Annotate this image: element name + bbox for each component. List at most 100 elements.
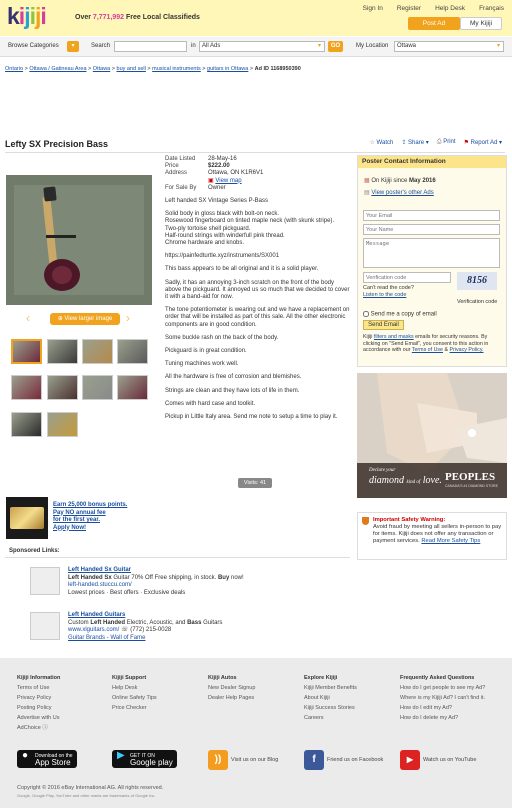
- send-copy-checkbox[interactable]: [363, 311, 369, 317]
- footer-link[interactable]: Kijiji Member Benefits: [304, 683, 357, 693]
- print-button[interactable]: ⎙ Print: [437, 139, 456, 146]
- photo-thumbnail[interactable]: [82, 375, 113, 400]
- help-desk-link[interactable]: Help Desk: [435, 5, 465, 12]
- language-link[interactable]: Français: [479, 5, 504, 12]
- footer-link[interactable]: Online Safety Tips: [112, 693, 157, 703]
- name-field[interactable]: [363, 224, 500, 235]
- credit-card-image: [6, 497, 48, 539]
- view-map-link[interactable]: View map: [215, 178, 241, 184]
- sponsored-title[interactable]: Left Handed Guitars: [68, 612, 125, 618]
- sponsored-url[interactable]: left-handed.stuccu.com/: [68, 582, 244, 590]
- terms-link[interactable]: Terms of Use: [412, 347, 443, 353]
- footer-heading: Kijiji Autos: [208, 675, 237, 681]
- star-icon: ☆: [369, 140, 375, 146]
- photo-thumbnail[interactable]: [47, 412, 78, 437]
- message-field[interactable]: [363, 238, 500, 268]
- promo-line-3[interactable]: for the first year.: [53, 517, 127, 525]
- breadcrumb-ontario[interactable]: Ontario: [5, 66, 23, 72]
- location-select[interactable]: Ottawa ▾: [394, 41, 504, 52]
- footer-link[interactable]: AdChoice ⓘ: [17, 723, 60, 733]
- rss-icon[interactable]: )): [208, 750, 228, 770]
- sponsored-url[interactable]: www.xlguitars.com/: [68, 627, 119, 633]
- safety-tips-link[interactable]: Read More Safety Tips: [421, 538, 480, 544]
- gallery-nav: ‹ ⊕ View larger image ›: [6, 307, 152, 335]
- app-store-badge[interactable]: ● Download on the App Store: [17, 750, 77, 768]
- footer-link[interactable]: Kijiji Success Stories: [304, 703, 357, 713]
- sponsored-divider: [5, 557, 350, 558]
- footer-link[interactable]: Price Checker: [112, 703, 157, 713]
- credit-card-promo[interactable]: Earn 25,000 bonus points. Pay NO annual …: [6, 497, 127, 539]
- play-icon: ▶: [117, 750, 125, 761]
- category-select[interactable]: All Ads ▾: [199, 41, 325, 52]
- footer-link[interactable]: Advertise with Us: [17, 713, 60, 723]
- view-larger-image-button[interactable]: ⊕ View larger image: [50, 313, 120, 325]
- sign-in-link[interactable]: Sign In: [363, 5, 383, 12]
- photo-thumbnail[interactable]: [11, 339, 42, 364]
- footer-link[interactable]: New Dealer Signup: [208, 683, 255, 693]
- footer-link[interactable]: How do I delete my Ad?: [400, 713, 485, 723]
- report-ad-button[interactable]: ⚑ Report Ad ▾: [464, 139, 502, 146]
- chevron-left-icon[interactable]: ‹: [26, 312, 30, 324]
- photo-thumbnail[interactable]: [11, 412, 42, 437]
- breadcrumb-ottawa-gatineau[interactable]: Ottawa / Gatineau Area: [29, 66, 86, 72]
- footer-link[interactable]: Terms of Use: [17, 683, 60, 693]
- footer-link[interactable]: Privacy Policy: [17, 693, 60, 703]
- description-paragraph: Comes with hard case and toolkit.: [165, 400, 256, 407]
- footer-link[interactable]: Dealer Help Pages: [208, 693, 255, 703]
- blog-link[interactable]: Visit us on our Blog: [231, 757, 278, 763]
- search-input[interactable]: [114, 41, 187, 52]
- peoples-ad-banner[interactable]: Declare your diamond kind of love. PEOPL…: [357, 373, 507, 498]
- footer: Kijiji Information Terms of Use Privacy Po…: [0, 658, 512, 808]
- photo-thumbnail[interactable]: [82, 339, 113, 364]
- footer-link[interactable]: Help Desk: [112, 683, 157, 693]
- send-email-button[interactable]: Send Email: [363, 320, 404, 330]
- description-paragraph: Solid body in gloss black with bolt-on n…: [165, 211, 335, 247]
- listen-code-link[interactable]: Listen to the code: [363, 292, 414, 299]
- register-link[interactable]: Register: [397, 5, 421, 12]
- chevron-right-icon[interactable]: ›: [126, 312, 130, 324]
- privacy-link[interactable]: Privacy Policy.: [450, 347, 484, 353]
- google-play-badge[interactable]: ▶ GET IT ON Google play: [112, 750, 177, 768]
- other-ads-link[interactable]: View poster's other Ads: [371, 190, 433, 196]
- sponsored-title[interactable]: Left Handed Sx Guitar: [68, 567, 131, 573]
- promo-line-2[interactable]: Pay NO annual fee: [53, 510, 127, 518]
- facebook-link[interactable]: Friend us on Facebook: [327, 757, 383, 763]
- kijiji-logo[interactable]: kijiji: [7, 3, 47, 30]
- footer-heading: Kijiji Information: [17, 675, 61, 681]
- watch-button[interactable]: ☆ Watch: [369, 139, 393, 146]
- logo-letter: k: [7, 3, 20, 29]
- price: $222.00: [208, 163, 230, 170]
- footer-link[interactable]: Careers: [304, 713, 357, 723]
- breadcrumb-ottawa[interactable]: Ottawa: [93, 66, 110, 72]
- breadcrumb-buy-and-sell[interactable]: buy and sell: [117, 66, 146, 72]
- youtube-link[interactable]: Watch us on YouTube: [423, 757, 476, 763]
- filters-masks-link[interactable]: filters and masks: [374, 334, 414, 340]
- main-photo[interactable]: [6, 175, 152, 305]
- footer-link[interactable]: About Kijiji: [304, 693, 357, 703]
- browse-categories-label[interactable]: Browse Categories: [8, 43, 59, 49]
- footer-link[interactable]: How do I edit my Ad?: [400, 703, 485, 713]
- share-button[interactable]: ⇪ Share ▾: [401, 139, 428, 146]
- browse-categories-dropdown-icon[interactable]: ▾: [67, 41, 79, 52]
- photo-thumbnail[interactable]: [47, 339, 78, 364]
- photo-thumbnail[interactable]: [47, 375, 78, 400]
- facebook-icon[interactable]: f: [304, 750, 324, 770]
- footer-link[interactable]: Where is my Kijiji Ad? I can't find it.: [400, 693, 485, 703]
- footer-link[interactable]: How do I get people to see my Ad?: [400, 683, 485, 693]
- photo-thumbnail[interactable]: [117, 339, 148, 364]
- promo-line-1[interactable]: Earn 25,000 bonus points.: [53, 502, 127, 510]
- youtube-icon[interactable]: ▶: [400, 750, 420, 770]
- description-paragraph: This bass appears to be all original and…: [165, 266, 319, 273]
- breadcrumb-musical-instruments[interactable]: musical instruments: [152, 66, 201, 72]
- verification-code-field[interactable]: [363, 272, 451, 283]
- photo-thumbnail[interactable]: [117, 375, 148, 400]
- post-ad-button[interactable]: Post Ad: [408, 17, 460, 30]
- ad-actions: ☆ Watch ⇪ Share ▾ ⎙ Print ⚑ Report Ad ▾: [369, 139, 502, 146]
- apply-now-link[interactable]: Apply Now!: [53, 525, 127, 533]
- my-kijiji-button[interactable]: My Kijiji: [460, 17, 502, 30]
- footer-link[interactable]: Posting Policy: [17, 703, 60, 713]
- email-field[interactable]: [363, 210, 500, 221]
- go-button[interactable]: GO: [328, 41, 343, 52]
- breadcrumb-guitars[interactable]: guitars in Ottawa: [207, 66, 248, 72]
- photo-thumbnail[interactable]: [11, 375, 42, 400]
